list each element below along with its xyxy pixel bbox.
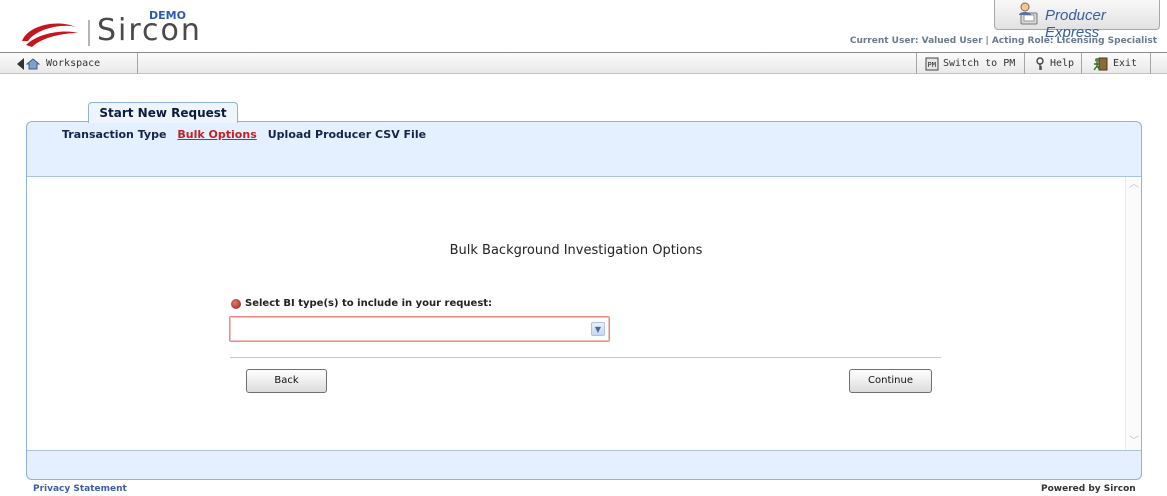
tab-start-new-request[interactable]: Start New Request: [88, 102, 238, 123]
computer-user-icon: [1019, 2, 1038, 25]
toolbar-divider: [1024, 53, 1025, 74]
toolbar-divider: [137, 53, 138, 74]
exit-button[interactable]: Exit: [1087, 54, 1143, 73]
svg-text:PM: PM: [928, 61, 936, 69]
vertical-scrollbar[interactable]: ︿ ﹀: [1125, 177, 1141, 450]
logo-divider: [88, 20, 90, 46]
step-upload-producer-csv[interactable]: Upload Producer CSV File: [268, 128, 426, 141]
required-icon: [231, 298, 241, 309]
divider: [230, 357, 941, 358]
toolbar-divider: [916, 53, 917, 74]
producer-express-badge: Producer Express: [994, 0, 1160, 41]
toolbar-divider: [1150, 53, 1151, 74]
workspace-label: Workspace: [46, 58, 101, 69]
content-area: Bulk Background Investigation Options Se…: [27, 176, 1141, 451]
toolbar-divider: [1081, 53, 1082, 74]
step-transaction-type[interactable]: Transaction Type: [62, 128, 166, 141]
back-home-icon: [17, 57, 41, 70]
help-button[interactable]: Help: [1028, 54, 1080, 73]
bi-type-label-text: Select BI type(s) to include in your req…: [245, 298, 493, 309]
scroll-down-icon[interactable]: ﹀: [1129, 437, 1139, 447]
help-label: Help: [1050, 58, 1075, 69]
demo-badge: DEMO: [149, 9, 186, 22]
top-toolbar: Workspace PM Switch to PM Help Exit: [0, 52, 1167, 74]
step-navigation: Transaction Type Bulk Options Upload Pro…: [62, 128, 426, 141]
exit-label: Exit: [1113, 58, 1138, 69]
chevron-down-icon[interactable]: ▼: [591, 322, 605, 336]
powered-by: Powered by Sircon: [1041, 484, 1136, 494]
session-info: Current User: Valued User | Acting Role: L…: [850, 36, 1157, 46]
acting-role: Acting Role: Licensing Specialist: [991, 36, 1157, 46]
workspace-button[interactable]: Workspace: [10, 54, 106, 73]
page-title: Bulk Background Investigation Options: [449, 243, 703, 258]
sircon-logo: Sircon DEMO: [18, 8, 208, 48]
back-button[interactable]: Back: [246, 369, 327, 393]
help-key-icon: [1036, 56, 1044, 70]
pm-icon: PM: [925, 57, 939, 70]
scroll-up-icon[interactable]: ︿: [1129, 180, 1139, 190]
privacy-statement-link[interactable]: Privacy Statement: [33, 484, 127, 494]
step-bulk-options[interactable]: Bulk Options: [177, 128, 256, 141]
bi-type-label: Select BI type(s) to include in your req…: [231, 298, 492, 309]
sircon-swoosh-icon: [22, 23, 78, 47]
exit-door-icon: [1093, 57, 1108, 70]
session-separator: |: [985, 36, 989, 46]
continue-button[interactable]: Continue: [849, 369, 932, 393]
bi-type-select[interactable]: ▼: [229, 316, 610, 342]
switch-to-pm-label: Switch to PM: [943, 58, 1016, 69]
current-user: Current User: Valued User: [849, 36, 983, 46]
switch-to-pm-button[interactable]: PM Switch to PM: [919, 54, 1021, 73]
